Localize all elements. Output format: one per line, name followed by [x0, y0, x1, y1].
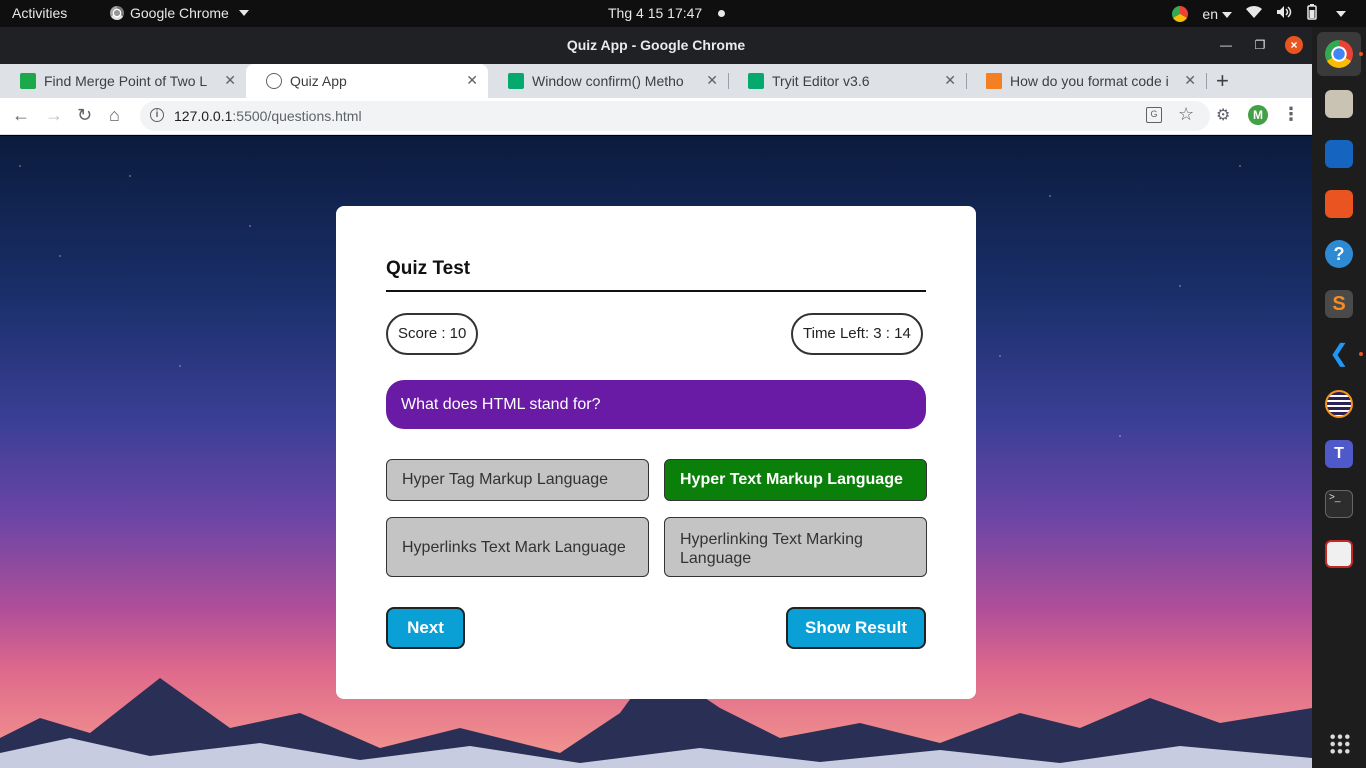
- tab-window-confirm[interactable]: Window confirm() Metho ✕: [488, 64, 728, 98]
- teams-icon[interactable]: T: [1325, 440, 1353, 468]
- option-2-button-correct[interactable]: Hyper Text Markup Language: [664, 459, 927, 501]
- url-text[interactable]: 127.0.0.1:5500/questions.html: [174, 108, 362, 124]
- running-indicator: [1359, 352, 1363, 356]
- reload-button[interactable]: ↻: [77, 105, 92, 126]
- maximize-button[interactable]: ❐: [1251, 36, 1269, 54]
- tab-label: Quiz App: [290, 73, 347, 89]
- stackoverflow-icon: [986, 73, 1002, 89]
- close-tab-icon[interactable]: ✕: [466, 72, 478, 89]
- sublime-icon[interactable]: S: [1325, 290, 1353, 318]
- question-text: What does HTML stand for?: [386, 380, 926, 429]
- help-icon[interactable]: ?: [1325, 240, 1353, 268]
- chrome-menu-icon[interactable]: ⋮: [1282, 104, 1300, 125]
- next-button[interactable]: Next: [386, 607, 465, 649]
- running-indicator: [1359, 52, 1363, 56]
- show-result-button[interactable]: Show Result: [786, 607, 926, 649]
- minimize-button[interactable]: —: [1217, 36, 1235, 54]
- quiz-title: Quiz Test: [386, 258, 471, 279]
- vscode-icon[interactable]: ❮: [1325, 340, 1353, 368]
- terminal-icon[interactable]: >_: [1325, 490, 1353, 518]
- tab-find-merge-point[interactable]: Find Merge Point of Two L ✕: [0, 64, 246, 98]
- battery-icon: [1306, 4, 1318, 23]
- chrome-tray-icon[interactable]: [1172, 5, 1189, 22]
- notification-dot: [718, 10, 725, 17]
- window-title: Quiz App - Google Chrome: [566, 37, 746, 53]
- address-bar[interactable]: i 127.0.0.1:5500/questions.html G ☆: [140, 101, 1210, 131]
- browser-toolbar: ← → ↻ ⌂ i 127.0.0.1:5500/questions.html …: [0, 98, 1312, 135]
- show-applications-icon[interactable]: [1329, 733, 1351, 755]
- wifi-icon: [1246, 5, 1262, 22]
- close-tab-icon[interactable]: ✕: [224, 72, 236, 89]
- page-viewport: Quiz Test Score : 10 Time Left: 3 : 14 W…: [0, 136, 1312, 768]
- back-button[interactable]: ←: [12, 105, 30, 126]
- site-info-icon[interactable]: i: [150, 108, 164, 122]
- hackerrank-icon: [20, 73, 36, 89]
- chrome-icon[interactable]: [1325, 40, 1353, 68]
- tab-label: Find Merge Point of Two L: [44, 73, 208, 89]
- chevron-down-icon: [238, 10, 249, 16]
- globe-icon: [266, 73, 282, 89]
- bookmark-star-icon[interactable]: ☆: [1178, 104, 1194, 125]
- system-menu-chevron-icon[interactable]: [1336, 10, 1346, 17]
- tab-strip: Find Merge Point of Two L ✕ Quiz App ✕ W…: [0, 64, 1312, 98]
- eclipse-icon[interactable]: [1325, 390, 1353, 418]
- w3schools-icon: [508, 73, 524, 89]
- tab-quiz-app[interactable]: Quiz App ✕: [246, 64, 488, 98]
- activities-button[interactable]: Activities: [12, 5, 67, 21]
- title-divider: [386, 290, 926, 292]
- option-3-button[interactable]: Hyperlinks Text Mark Language: [386, 517, 649, 577]
- app-menu-label: Google Chrome: [130, 5, 229, 21]
- chrome-app-icon: [110, 6, 124, 20]
- url-host: 127.0.0.1: [174, 108, 233, 124]
- home-button[interactable]: ⌂: [109, 105, 120, 126]
- software-icon[interactable]: [1325, 190, 1353, 218]
- tab-label: Tryit Editor v3.6: [772, 73, 870, 89]
- files-icon[interactable]: [1325, 90, 1353, 118]
- ubuntu-dock: ? S ❮ T >_: [1312, 27, 1366, 768]
- document-viewer-icon[interactable]: [1325, 540, 1353, 568]
- clock[interactable]: Thg 4 15 17:47: [608, 5, 702, 21]
- new-tab-button[interactable]: +: [1216, 68, 1229, 94]
- tab-tryit-editor[interactable]: Tryit Editor v3.6 ✕: [728, 64, 966, 98]
- tab-separator: [1206, 73, 1207, 89]
- system-top-bar: Activities Google Chrome Thg 4 15 17:47 …: [0, 0, 1366, 27]
- url-path: :5500/questions.html: [232, 108, 362, 124]
- timer-badge: Time Left: 3 : 14: [791, 313, 923, 355]
- forward-button[interactable]: →: [45, 105, 63, 126]
- extensions-puzzle-icon[interactable]: ⚙: [1216, 105, 1230, 125]
- score-badge: Score : 10: [386, 313, 479, 355]
- translate-icon[interactable]: G: [1146, 107, 1162, 123]
- tab-label: Window confirm() Metho: [532, 73, 684, 89]
- w3schools-icon: [748, 73, 764, 89]
- tab-stackoverflow[interactable]: How do you format code i ✕: [966, 64, 1206, 98]
- close-tab-icon[interactable]: ✕: [1184, 72, 1196, 89]
- system-tray[interactable]: en: [1172, 4, 1346, 23]
- language-indicator[interactable]: en: [1202, 6, 1232, 22]
- window-titlebar: Quiz App - Google Chrome — ❐ ×: [0, 27, 1312, 64]
- profile-avatar[interactable]: M: [1248, 105, 1268, 125]
- close-window-button[interactable]: ×: [1285, 36, 1303, 54]
- option-4-button[interactable]: Hyperlinking Text Marking Language: [664, 517, 927, 577]
- tab-label: How do you format code i: [1010, 73, 1169, 89]
- app-menu[interactable]: Google Chrome: [110, 5, 249, 21]
- chevron-down-icon: [1222, 11, 1232, 18]
- close-tab-icon[interactable]: ✕: [944, 72, 956, 89]
- volume-icon: [1276, 5, 1292, 22]
- quiz-card: Quiz Test Score : 10 Time Left: 3 : 14 W…: [336, 206, 976, 699]
- language-label: en: [1202, 5, 1218, 22]
- writer-icon[interactable]: [1325, 140, 1353, 168]
- option-1-button[interactable]: Hyper Tag Markup Language: [386, 459, 649, 501]
- close-tab-icon[interactable]: ✕: [706, 72, 718, 89]
